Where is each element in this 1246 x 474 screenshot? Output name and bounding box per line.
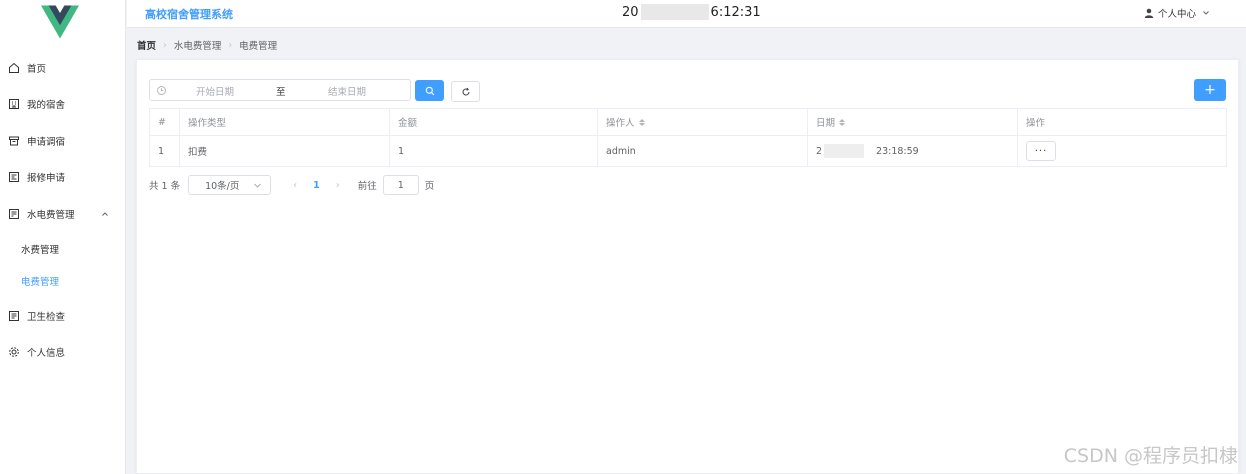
breadcrumb-level1: 水电费管理 xyxy=(173,41,222,52)
date-range-separator: 至 xyxy=(276,87,286,98)
top-header: 高校宿舍管理系统 20 6:12:31 个人中心 xyxy=(127,0,1246,28)
table-row: 1 扣费 1 admin 2 23:18:59 ··· xyxy=(150,136,1226,166)
clock-suffix: 6:12:31 xyxy=(710,4,761,20)
cell-operator: admin xyxy=(598,136,808,166)
sidebar-item-label: 水电费管理 xyxy=(27,210,75,221)
sidebar-item-home[interactable]: 首页 xyxy=(0,57,126,79)
page-size-select[interactable]: 10条/页 xyxy=(188,175,272,195)
clock-prefix: 20 xyxy=(622,4,639,20)
column-header-operator[interactable]: 操作人 xyxy=(598,109,808,135)
column-header: 金额 xyxy=(390,109,598,135)
records-table: # 操作类型 金额 操作人 日期 操作 1 扣费 1 admin 2 23:18… xyxy=(149,108,1227,167)
building-icon xyxy=(8,98,20,110)
user-menu-label: 个人中心 xyxy=(1157,9,1196,20)
goto-page-input[interactable] xyxy=(382,175,419,195)
redacted-block xyxy=(824,144,865,158)
date-suffix: 23:18:59 xyxy=(876,145,919,157)
chevron-down-icon xyxy=(254,183,261,188)
sidebar-item-label: 报修申请 xyxy=(27,173,66,184)
cell-index: 1 xyxy=(150,136,180,166)
cell-amount: 1 xyxy=(390,136,598,166)
gear-icon xyxy=(8,346,20,358)
sort-icon[interactable] xyxy=(839,118,846,126)
sidebar-item-label: 申请调宿 xyxy=(27,137,66,148)
content-card: 开始日期 至 结束日期 + # 操作类型 金额 操作人 日期 操作 1 扣费 1… xyxy=(136,59,1239,474)
sidebar: 首页 我的宿舍 申请调宿 报修申请 水电费管理 水费管理 电费管理 卫生检查 个… xyxy=(0,0,126,474)
clock-display: 20 6:12:31 xyxy=(622,4,761,20)
page-unit-label: 页 xyxy=(424,181,435,192)
pagination: 共 1 条 10条/页 ‹ 1 › 前往 页 xyxy=(149,175,434,195)
breadcrumb-separator-icon: › xyxy=(228,39,233,51)
sidebar-item-label: 个人信息 xyxy=(27,348,66,359)
table-header-row: # 操作类型 金额 操作人 日期 操作 xyxy=(150,109,1226,136)
prev-page-button[interactable]: ‹ xyxy=(289,180,301,191)
checklist-icon xyxy=(8,310,20,322)
page-number[interactable]: 1 xyxy=(313,180,320,191)
inbox-icon xyxy=(8,135,20,147)
column-header-label: 操作人 xyxy=(606,118,635,129)
sidebar-item-profile[interactable]: 个人信息 xyxy=(0,341,126,363)
cell-date: 2 23:18:59 xyxy=(808,136,1018,166)
user-center-menu[interactable]: 个人中心 xyxy=(1144,6,1214,20)
sidebar-item-label: 我的宿舍 xyxy=(27,100,66,111)
sort-icon[interactable] xyxy=(638,118,645,126)
column-header-date[interactable]: 日期 xyxy=(808,109,1018,135)
date-prefix: 2 xyxy=(816,145,823,157)
clock-icon xyxy=(157,86,166,95)
user-icon xyxy=(1144,8,1154,18)
breadcrumb-separator-icon: › xyxy=(163,39,167,51)
column-header: # xyxy=(150,109,180,135)
cell-type: 扣费 xyxy=(180,136,390,166)
vue-logo xyxy=(41,5,79,39)
refresh-button[interactable] xyxy=(451,81,480,102)
cell-actions: ··· xyxy=(1018,136,1226,166)
breadcrumb: 首页 › 水电费管理 › 电费管理 xyxy=(137,38,278,53)
page-size-value: 10条/页 xyxy=(205,181,240,192)
sidebar-subitem-electricity[interactable]: 电费管理 xyxy=(0,270,126,292)
start-date-input[interactable]: 开始日期 xyxy=(196,84,234,98)
search-icon xyxy=(425,86,434,95)
end-date-input[interactable]: 结束日期 xyxy=(328,84,366,98)
chevron-down-icon xyxy=(1203,11,1209,15)
bill-icon xyxy=(8,208,20,220)
plus-icon: + xyxy=(1204,82,1216,98)
breadcrumb-level2: 电费管理 xyxy=(239,41,278,52)
refresh-icon xyxy=(462,87,469,95)
pagination-total: 共 1 条 xyxy=(149,181,181,192)
sidebar-item-utilities[interactable]: 水电费管理 xyxy=(0,203,126,225)
wrench-doc-icon xyxy=(8,171,20,183)
goto-label: 前往 xyxy=(357,181,377,192)
sidebar-item-dorm-change[interactable]: 申请调宿 xyxy=(0,130,126,152)
system-title: 高校宿舍管理系统 xyxy=(145,8,233,21)
sidebar-item-label: 首页 xyxy=(27,64,47,75)
sidebar-item-label: 卫生检查 xyxy=(27,312,66,323)
breadcrumb-home[interactable]: 首页 xyxy=(137,38,156,52)
redacted-block xyxy=(640,4,709,20)
date-range-picker[interactable]: 开始日期 至 结束日期 xyxy=(149,79,411,101)
sidebar-item-repair[interactable]: 报修申请 xyxy=(0,166,126,188)
watermark: CSDN @程序员扣棣 xyxy=(1063,445,1238,467)
more-actions-button[interactable]: ··· xyxy=(1026,141,1056,161)
home-icon xyxy=(8,62,20,74)
add-button[interactable]: + xyxy=(1194,79,1226,101)
chevron-up-icon xyxy=(102,212,108,216)
sidebar-item-my-dorm[interactable]: 我的宿舍 xyxy=(0,93,126,115)
sidebar-item-hygiene[interactable]: 卫生检查 xyxy=(0,305,126,327)
column-header-label: 日期 xyxy=(816,118,836,129)
column-header: 操作类型 xyxy=(180,109,390,135)
next-page-button[interactable]: › xyxy=(332,180,344,191)
column-header: 操作 xyxy=(1026,118,1046,129)
sidebar-subitem-water[interactable]: 水费管理 xyxy=(0,238,126,260)
search-button[interactable] xyxy=(415,80,444,101)
